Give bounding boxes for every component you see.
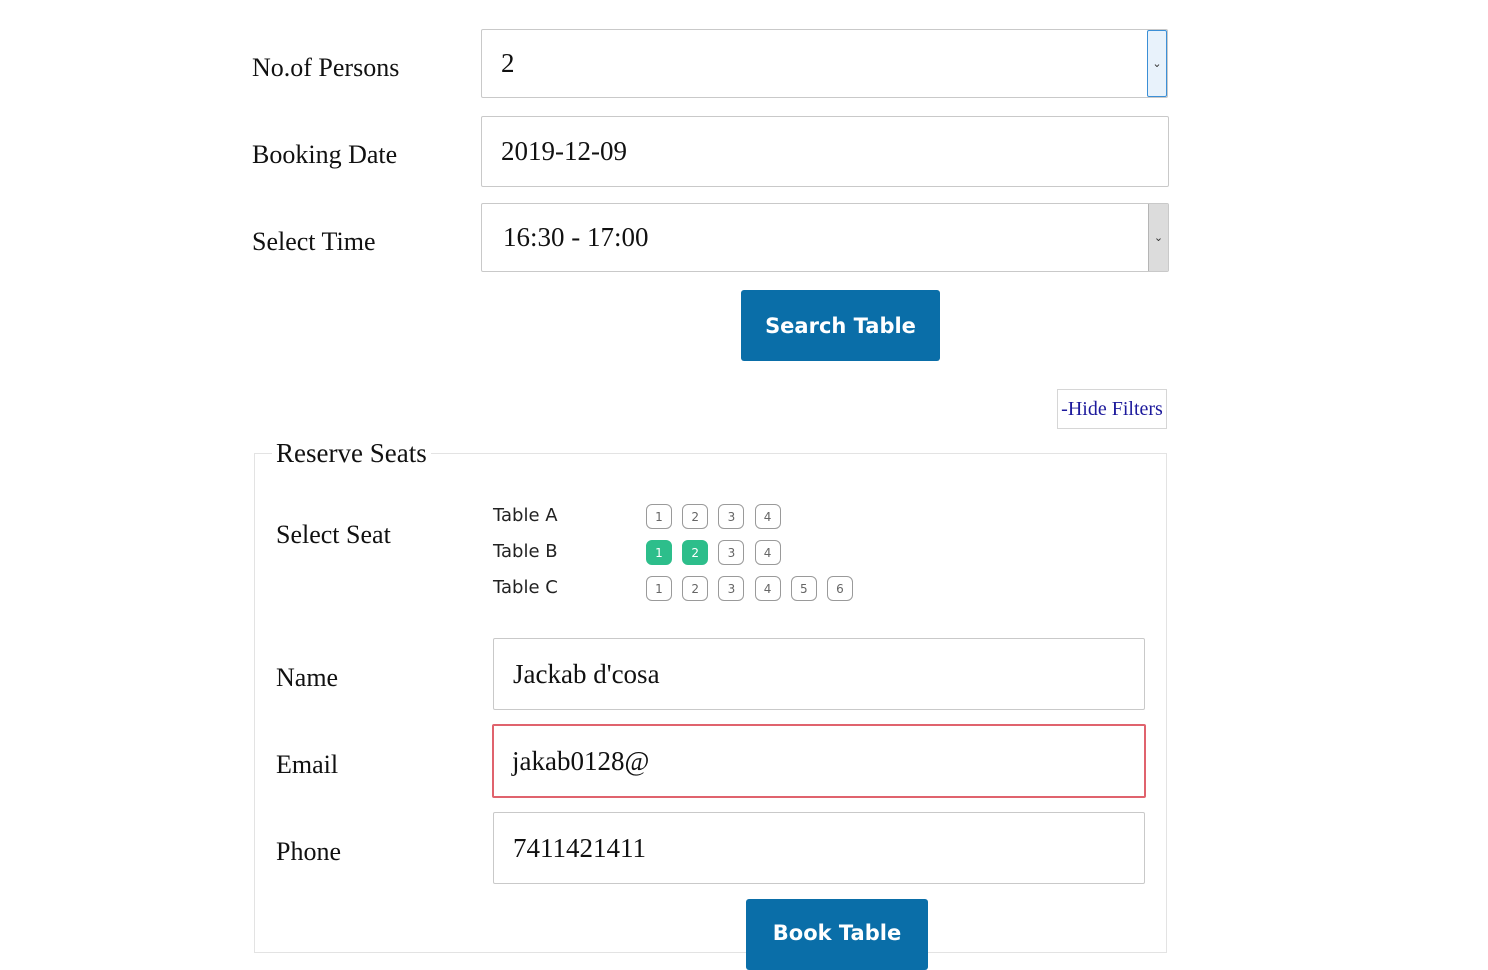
email-input[interactable]: jakab0128@ [492, 724, 1146, 798]
name-label: Name [276, 663, 339, 692]
seat-button[interactable]: 2 [682, 504, 709, 529]
booking-date-label: Booking Date [252, 140, 398, 169]
seat-button[interactable]: 1 [646, 540, 672, 565]
seat-button[interactable]: 4 [754, 576, 781, 601]
seat-button[interactable]: 2 [682, 540, 709, 565]
time-value: 16:30 - 17:00 [503, 222, 649, 252]
phone-value: 7411421411 [513, 832, 646, 863]
table-label: Table B [493, 541, 558, 562]
persons-select[interactable]: 2 ⌄ [481, 29, 1168, 98]
time-select[interactable]: 16:30 - 17:00 ⌄ [481, 203, 1169, 272]
chevron-down-icon[interactable]: ⌄ [1147, 30, 1167, 97]
seat-button[interactable]: 5 [790, 576, 817, 601]
select-seat-label: Select Seat [276, 520, 391, 549]
name-value: Jackab d'cosa [513, 658, 660, 689]
phone-input[interactable]: 7411421411 [493, 812, 1145, 884]
seat-button[interactable]: 3 [718, 576, 745, 601]
seat-button[interactable]: 3 [718, 540, 745, 565]
chevron-down-icon[interactable]: ⌄ [1148, 204, 1168, 271]
seat-button[interactable]: 6 [827, 576, 853, 601]
book-table-button[interactable]: Book Table [746, 899, 928, 970]
seat-button[interactable]: 2 [682, 576, 709, 601]
name-input[interactable]: Jackab d'cosa [493, 638, 1145, 710]
persons-value: 2 [501, 48, 515, 78]
phone-label: Phone [276, 837, 341, 866]
seat-button[interactable]: 1 [646, 504, 672, 529]
reserve-seats-legend: Reserve Seats [272, 438, 431, 469]
table-label: Table A [493, 505, 558, 526]
search-table-button[interactable]: Search Table [741, 290, 940, 361]
hide-filters-button[interactable]: -Hide Filters [1057, 389, 1167, 429]
table-label: Table C [493, 577, 558, 598]
select-time-label: Select Time [252, 227, 376, 256]
email-value: jakab0128@ [512, 745, 650, 776]
persons-label: No.of Persons [252, 53, 400, 82]
email-label: Email [276, 750, 339, 779]
seat-button[interactable]: 4 [754, 540, 781, 565]
seat-button[interactable]: 4 [754, 504, 781, 529]
seat-button[interactable]: 1 [646, 576, 672, 601]
booking-date-input[interactable]: 2019-12-09 [481, 116, 1169, 187]
seat-button[interactable]: 3 [718, 504, 745, 529]
booking-date-value: 2019-12-09 [501, 136, 627, 166]
